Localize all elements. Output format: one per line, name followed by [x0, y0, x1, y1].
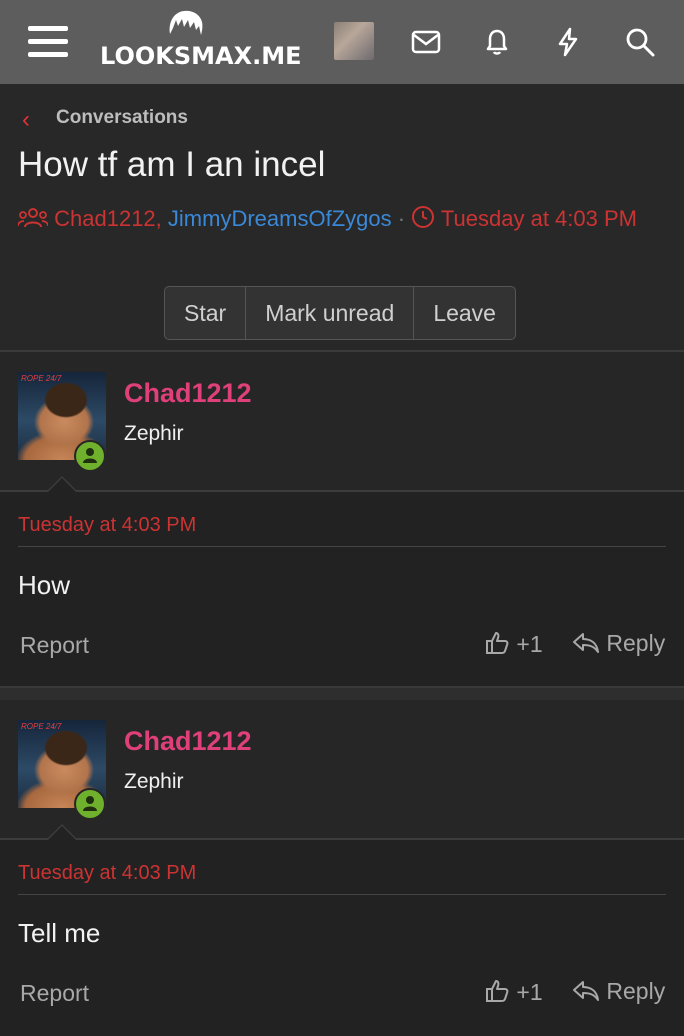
- post-username[interactable]: Chad1212: [124, 378, 252, 409]
- chevron-left-icon[interactable]: ‹: [22, 108, 30, 132]
- participants-icon: [17, 208, 49, 228]
- post-user-bar: ROPE 24/7 Chad1212 Zephir: [0, 700, 684, 840]
- conversation-meta: Chad1212, JimmyDreamsOfZygos · Tuesday a…: [17, 202, 658, 235]
- top-navigation-bar: LOOKSMAX.ME: [0, 0, 684, 84]
- logo-hair-icon: [169, 10, 203, 36]
- thumbs-up-icon: [486, 980, 509, 1002]
- like-button[interactable]: +1: [484, 630, 543, 658]
- reply-button[interactable]: Reply: [572, 978, 665, 1005]
- mark-unread-button[interactable]: Mark unread: [246, 287, 415, 339]
- thumbs-up-icon: [486, 632, 509, 654]
- post-user-title: Zephir: [124, 770, 184, 793]
- meta-dot: ·: [397, 206, 406, 231]
- participant-link[interactable]: Chad1212: [54, 206, 156, 231]
- leave-button[interactable]: Leave: [414, 287, 515, 339]
- reply-button[interactable]: Reply: [572, 630, 665, 657]
- post-user-bar: ROPE 24/7 Chad1212 Zephir: [0, 352, 684, 492]
- report-button[interactable]: Report: [20, 980, 89, 1007]
- menu-icon[interactable]: [28, 26, 68, 58]
- post-body: Tuesday at 4:03 PM Tell me Report +1 Rep…: [0, 840, 684, 1036]
- user-avatar[interactable]: [334, 22, 374, 60]
- mail-icon[interactable]: [408, 24, 444, 60]
- reply-label: Reply: [606, 978, 666, 1004]
- online-status-icon: [74, 440, 106, 472]
- post-pointer-inner: [48, 478, 76, 492]
- divider: [18, 546, 666, 547]
- logo-text: LOOKSMAX.ME: [100, 42, 302, 70]
- like-count: +1: [516, 979, 543, 1005]
- post-text: How: [18, 570, 71, 600]
- page-title: How tf am I an incel: [18, 145, 326, 184]
- breadcrumb[interactable]: Conversations: [56, 107, 188, 129]
- lightning-icon[interactable]: [550, 24, 586, 60]
- bell-icon[interactable]: [479, 24, 515, 60]
- reply-icon: [573, 981, 599, 1001]
- post-body: Tuesday at 4:03 PM How Report +1 Reply: [0, 492, 684, 688]
- post-username[interactable]: Chad1212: [124, 726, 252, 757]
- reply-icon: [573, 633, 599, 653]
- post-timestamp[interactable]: Tuesday at 4:03 PM: [18, 862, 196, 885]
- site-logo[interactable]: LOOKSMAX.ME: [100, 8, 302, 78]
- clock-icon: [412, 206, 435, 228]
- like-count: +1: [516, 631, 543, 657]
- participant-separator: ,: [155, 206, 162, 231]
- conversation-actions: Star Mark unread Leave: [164, 286, 516, 340]
- avatar-tag: ROPE 24/7: [21, 374, 62, 383]
- conversation-timestamp: Tuesday at 4:03: [440, 206, 598, 231]
- post-pointer-inner: [48, 826, 76, 840]
- search-icon[interactable]: [622, 24, 658, 60]
- avatar-tag: ROPE 24/7: [21, 722, 62, 731]
- reply-label: Reply: [606, 630, 666, 656]
- report-button[interactable]: Report: [20, 632, 89, 659]
- star-button[interactable]: Star: [165, 287, 247, 339]
- like-button[interactable]: +1: [484, 978, 543, 1006]
- online-status-icon: [74, 788, 106, 820]
- conversation-timestamp-suffix: PM: [604, 206, 637, 231]
- post-user-title: Zephir: [124, 422, 184, 445]
- post-timestamp[interactable]: Tuesday at 4:03 PM: [18, 514, 196, 537]
- post-text: Tell me: [18, 918, 101, 948]
- divider: [18, 894, 666, 895]
- participant-link[interactable]: JimmyDreamsOfZygos: [168, 206, 392, 231]
